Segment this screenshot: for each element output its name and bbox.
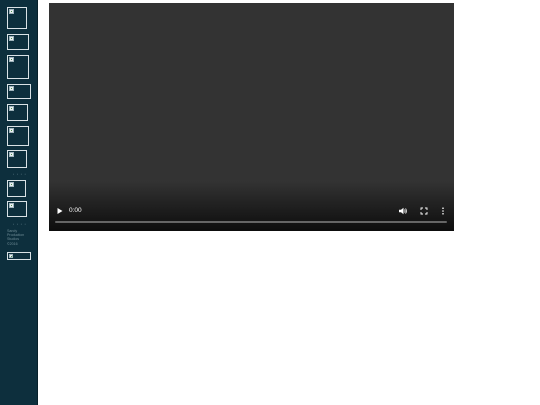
nav-image-8[interactable] (7, 180, 26, 197)
nav-image-3[interactable] (7, 55, 29, 79)
nav-image-9[interactable] (7, 201, 27, 217)
broken-image-icon (9, 86, 14, 91)
sidebar: • • • • • • • • Sandy Production Studios… (0, 0, 38, 405)
progress-bar[interactable] (55, 221, 447, 223)
broken-image-icon (9, 203, 14, 208)
nav-image-10[interactable] (7, 252, 31, 260)
broken-image-icon (9, 254, 13, 258)
broken-image-icon (9, 152, 14, 157)
separator: • • • • (13, 222, 27, 226)
nav-image-1[interactable] (7, 7, 27, 29)
volume-icon[interactable] (398, 206, 408, 216)
current-time: 0:00 (69, 207, 82, 214)
nav-image-2[interactable] (7, 34, 29, 50)
broken-image-icon (9, 9, 14, 14)
separator: • • • • (13, 172, 27, 176)
broken-image-icon (9, 36, 14, 41)
more-options-icon[interactable] (439, 206, 447, 216)
fullscreen-icon[interactable] (419, 206, 429, 216)
broken-image-icon (9, 57, 14, 62)
credit-text: Sandy Production Studios ©2016 (7, 229, 33, 246)
nav-image-7[interactable] (7, 150, 27, 168)
nav-image-4[interactable] (7, 84, 31, 99)
credit-line: ©2016 (7, 241, 18, 246)
video-player[interactable]: 0:00 (49, 3, 454, 231)
nav-image-6[interactable] (7, 126, 29, 146)
broken-image-icon (9, 128, 14, 133)
broken-image-icon (9, 106, 14, 111)
controls-gradient (49, 181, 454, 231)
broken-image-icon (9, 182, 14, 187)
nav-image-5[interactable] (7, 104, 28, 121)
play-icon[interactable] (56, 206, 64, 216)
